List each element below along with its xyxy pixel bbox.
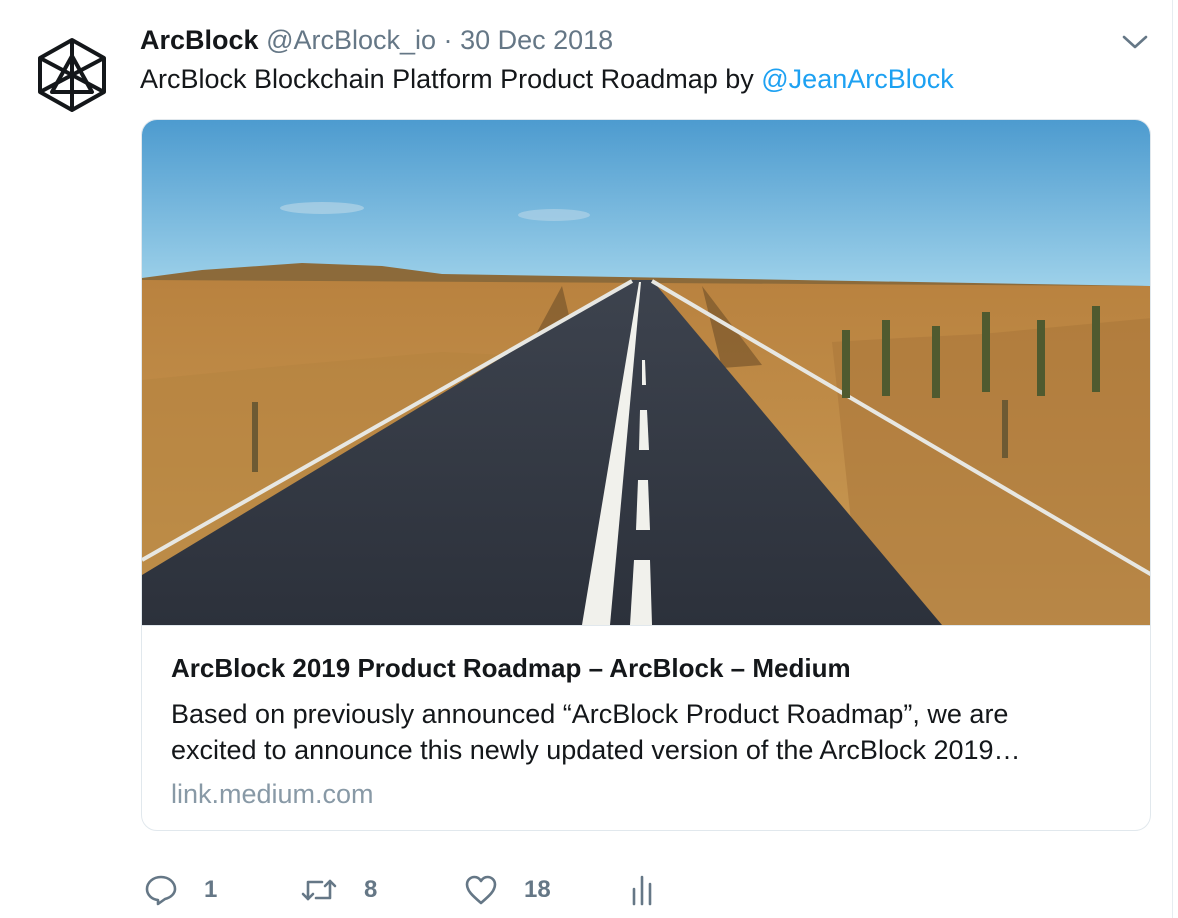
- analytics-button[interactable]: [628, 866, 656, 914]
- heart-icon: [465, 875, 497, 905]
- analytics-icon: [632, 875, 652, 906]
- header-separator: ·: [443, 25, 453, 55]
- avatar[interactable]: [36, 36, 108, 114]
- tweet-text: ArcBlock Blockchain Platform Product Roa…: [140, 62, 954, 96]
- retweet-count: 8: [364, 876, 378, 903]
- card-title[interactable]: ArcBlock 2019 Product Roadmap – ArcBlock…: [171, 652, 851, 684]
- display-name[interactable]: ArcBlock: [140, 25, 259, 55]
- reply-count: 1: [204, 876, 218, 903]
- tweet-date[interactable]: 30 Dec 2018: [460, 25, 613, 55]
- link-preview-card[interactable]: ArcBlock 2019 Product Roadmap – ArcBlock…: [141, 119, 1151, 831]
- mention-link[interactable]: @JeanArcBlock: [761, 64, 953, 94]
- timeline-border: [1172, 0, 1173, 918]
- tweet-header: ArcBlock @ArcBlock_io · 30 Dec 2018: [140, 24, 613, 56]
- card-domain[interactable]: link.medium.com: [171, 778, 374, 810]
- user-handle[interactable]: @ArcBlock_io: [266, 25, 436, 55]
- retweet-button[interactable]: 8: [300, 866, 377, 914]
- reply-icon: [145, 875, 177, 906]
- retweet-icon: [301, 879, 337, 901]
- tweet-text-body: ArcBlock Blockchain Platform Product Roa…: [140, 64, 762, 94]
- more-menu-button[interactable]: [1118, 28, 1152, 56]
- card-body: ArcBlock 2019 Product Roadmap – ArcBlock…: [142, 625, 1150, 830]
- like-count: 18: [524, 876, 551, 903]
- arcblock-logo-icon: [38, 38, 106, 112]
- card-image: [142, 120, 1150, 625]
- reply-button[interactable]: 1: [144, 866, 217, 914]
- card-description: Based on previously announced “ArcBlock …: [171, 699, 1021, 765]
- like-button[interactable]: 18: [464, 866, 551, 914]
- tweet-actions: 1 8 18: [140, 866, 700, 914]
- chevron-down-icon: [1122, 35, 1148, 49]
